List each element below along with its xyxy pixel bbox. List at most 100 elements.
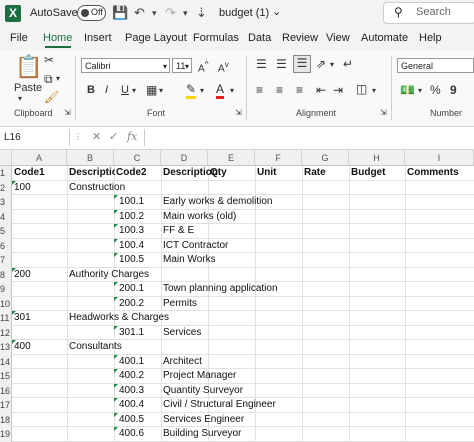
cell-d[interactable]: Building Surveyor [163,427,241,441]
cell-c[interactable]: 100.1 [119,195,144,209]
row-header[interactable]: 6 [0,238,12,253]
tab-formulas[interactable]: Formulas [193,32,239,44]
tab-file[interactable]: File [10,32,28,44]
header-cell-g[interactable]: Rate [304,166,326,180]
increase-font-size-icon[interactable]: A^ [198,59,209,74]
error-indicator-icon[interactable] [114,369,118,373]
row-header[interactable]: 7 [0,253,12,268]
row-header[interactable]: 16 [0,383,12,398]
column-header-i[interactable]: I [405,150,474,166]
cell-c[interactable]: 400.2 [119,369,144,383]
column-header-f[interactable]: F [255,150,302,166]
error-indicator-icon[interactable] [114,296,118,301]
customize-qat-icon[interactable]: ⇣ [196,5,207,21]
accounting-format-icon[interactable]: 💵 [400,83,415,97]
paste-dropdown-icon[interactable]: ▾ [18,94,22,103]
borders-dropdown-icon[interactable]: ▾ [159,86,163,95]
accounting-dropdown-icon[interactable]: ▾ [418,86,422,95]
column-header-g[interactable]: G [302,150,349,166]
error-indicator-icon[interactable] [12,311,16,315]
error-indicator-icon[interactable] [114,282,118,286]
merge-center-icon[interactable]: ◫ [356,82,367,96]
header-cell-h[interactable]: Budget [351,166,385,180]
cell-d[interactable]: Town planning application [163,282,278,296]
header-cell-i[interactable]: Comments [407,166,459,180]
row-header[interactable]: 4 [0,209,12,224]
tab-insert[interactable]: Insert [84,32,112,44]
cell-d[interactable]: Architect [163,355,202,369]
error-indicator-icon[interactable] [114,195,118,199]
cell-a[interactable]: 301 [14,311,31,325]
font-launcher-icon[interactable]: ⇲ [235,108,242,117]
row-header[interactable]: 19 [0,427,12,442]
redo-dropdown-icon[interactable]: ▾ [183,8,188,19]
cell-c[interactable]: 100.2 [119,210,144,224]
row-header[interactable]: 11 [0,311,12,326]
error-indicator-icon[interactable] [12,267,16,272]
number-format-combo[interactable]: General [397,58,474,73]
alignment-launcher-icon[interactable]: ⇲ [380,108,387,117]
chevron-down-icon[interactable]: ⌄ [272,5,281,18]
cell-b[interactable]: Headworks & Charges [69,311,169,325]
enter-icon[interactable]: ✓ [109,130,118,143]
cell-d[interactable]: Services [163,326,201,340]
cut-icon[interactable]: ✂ [44,53,54,67]
tab-view[interactable]: View [326,32,350,44]
align-right-icon[interactable]: ≡ [296,83,303,97]
cell-d[interactable]: FF & E [163,224,194,238]
redo-icon[interactable]: ↷ [165,5,176,21]
cell-c[interactable]: 100.3 [119,224,144,238]
row-header[interactable]: 13 [0,340,12,355]
cell-c[interactable]: 400.6 [119,427,144,441]
row-header[interactable]: 2 [0,180,12,195]
fill-color-icon[interactable]: ✎ [186,82,197,99]
wrap-text-icon[interactable]: ↵ [343,57,353,71]
search-box[interactable]: ⚲ Search [383,2,474,24]
error-indicator-icon[interactable] [114,224,118,228]
select-all-corner[interactable] [0,150,12,166]
error-indicator-icon[interactable] [12,180,16,185]
cell-b[interactable]: Construction [69,181,125,195]
header-cell-a[interactable]: Code1 [14,166,45,180]
row-header[interactable]: 8 [0,267,12,282]
row-header[interactable]: 15 [0,369,12,384]
error-indicator-icon[interactable] [114,209,118,214]
cell-a[interactable]: 200 [14,268,31,282]
tab-page-layout[interactable]: Page Layout [125,32,187,44]
clipboard-launcher-icon[interactable]: ⇲ [64,108,71,117]
tab-home[interactable]: Home [43,32,72,44]
column-header-b[interactable]: B [67,150,114,166]
cell-a[interactable]: 400 [14,340,31,354]
bold-icon[interactable]: B [87,84,95,96]
cell-c[interactable]: 400.3 [119,384,144,398]
cell-d[interactable]: Civil / Structural Engineer [163,398,276,412]
italic-icon[interactable]: I [105,84,108,96]
error-indicator-icon[interactable] [114,383,118,388]
tab-help[interactable]: Help [419,32,442,44]
cell-d[interactable]: Quantity Surveyor [163,384,243,398]
tab-automate[interactable]: Automate [361,32,408,44]
paste-button[interactable]: Paste [14,82,42,94]
column-header-h[interactable]: H [349,150,405,166]
cell-c[interactable]: 301.1 [119,326,144,340]
row-header[interactable]: 12 [0,325,12,340]
formula-input[interactable] [146,129,474,146]
cancel-icon[interactable]: ✕ [92,130,101,143]
paste-icon[interactable]: 📋 [15,54,42,80]
cell-b[interactable]: Consultants [69,340,122,354]
error-indicator-icon[interactable] [114,253,118,257]
cell-c[interactable]: 400.4 [119,398,144,412]
column-header-c[interactable]: C [114,150,161,166]
align-left-icon[interactable]: ≡ [256,83,263,97]
cell-c[interactable]: 400.1 [119,355,144,369]
cell-d[interactable]: Main works (old) [163,210,236,224]
cell-d[interactable]: Permits [163,297,197,311]
font-color-dropdown-icon[interactable]: ▾ [230,86,234,95]
align-center-icon[interactable]: ≡ [276,83,283,97]
tab-review[interactable]: Review [282,32,318,44]
fill-color-dropdown-icon[interactable]: ▾ [200,86,204,95]
row-header[interactable]: 18 [0,412,12,427]
align-middle-icon[interactable]: ☰ [276,57,287,71]
copy-dropdown-icon[interactable]: ▾ [56,74,60,83]
cell-d[interactable]: Project Manager [163,369,236,383]
